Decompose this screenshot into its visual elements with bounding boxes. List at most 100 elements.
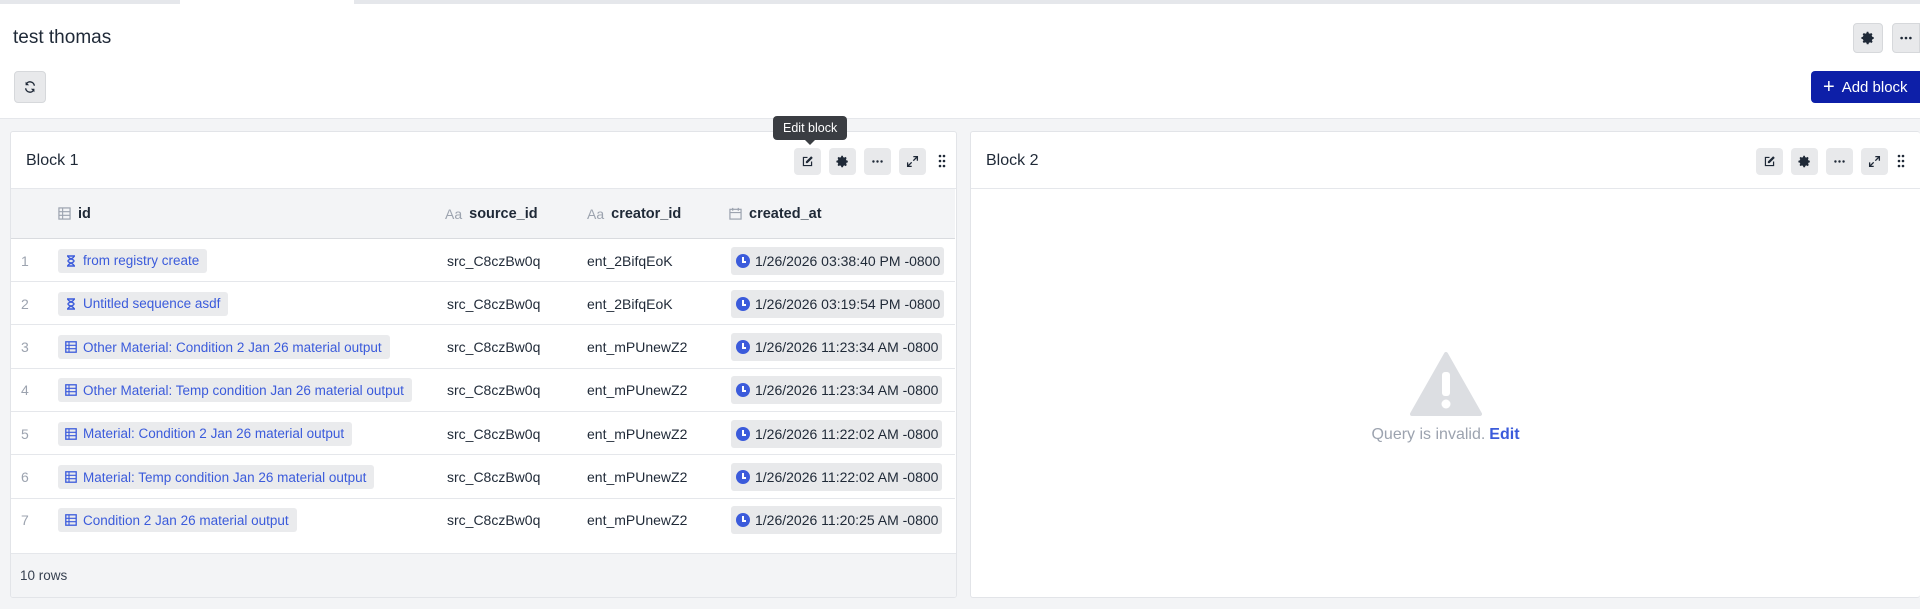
created-at-cell: 1/26/2026 11:23:34 AM -0800 — [731, 326, 943, 369]
column-label: source_id — [469, 205, 538, 222]
creator-id-cell: ent_mPUnewZ2 — [587, 469, 688, 485]
edit-icon — [1764, 156, 1775, 167]
column-header-creator-id[interactable]: Aa creator_id — [587, 189, 681, 238]
date-chip: 1/26/2026 11:23:34 AM -0800 — [731, 333, 943, 362]
record-link-chip[interactable]: Material: Temp condition Jan 26 material… — [58, 465, 375, 489]
table-icon — [65, 514, 83, 527]
plus-icon: + — [1823, 76, 1835, 98]
expand-icon — [1868, 155, 1881, 168]
block-1-edit-button[interactable] — [794, 148, 821, 175]
created-at-cell: 1/26/2026 11:23:34 AM -0800 — [731, 369, 943, 412]
block-1-drag-handle[interactable] — [937, 153, 947, 169]
table-row[interactable]: 7 Condition 2 Jan 26 material output src_C… — [11, 499, 955, 540]
block-2-more-button[interactable] — [1826, 148, 1853, 175]
page-settings-button[interactable] — [1853, 23, 1883, 53]
block-2-title: Block 2 — [986, 152, 1039, 169]
clock-icon — [736, 340, 750, 355]
clock-icon — [736, 513, 750, 528]
gear-icon — [1798, 155, 1810, 168]
id-cell: Condition 2 Jan 26 material output — [58, 499, 297, 540]
source-id-cell: src_C8czBw0q — [447, 382, 541, 399]
source-id-cell: src_C8czBw0q — [447, 512, 541, 529]
created-at-cell: 1/26/2026 03:19:54 PM -0800 — [731, 282, 945, 325]
table-row[interactable]: 6 Material: Temp condition Jan 26 materia… — [11, 456, 955, 499]
creator-id-cell: ent_2BifqEoK — [587, 295, 673, 312]
table-row[interactable]: 1 from registry create src_C8czBw0q ent_2Bi… — [11, 239, 955, 282]
block-2-edit-button[interactable] — [1756, 148, 1783, 175]
record-link-label: Untitled sequence asdf — [83, 296, 221, 312]
block-1-more-button[interactable] — [864, 148, 891, 175]
refresh-button[interactable] — [14, 71, 46, 103]
clock-icon — [736, 296, 750, 311]
edit-query-link[interactable]: Edit — [1489, 426, 1519, 443]
expand-icon — [906, 155, 919, 168]
date-chip: 1/26/2026 11:20:25 AM -0800 — [731, 506, 943, 535]
refresh-icon — [24, 81, 36, 93]
date-value: 1/26/2026 11:23:34 AM -0800 — [755, 339, 939, 356]
record-link-chip[interactable]: Condition 2 Jan 26 material output — [58, 508, 297, 533]
page-more-button[interactable] — [1892, 23, 1920, 53]
column-label: id — [78, 205, 91, 222]
date-chip: 1/26/2026 11:22:02 AM -0800 — [731, 419, 943, 448]
text-type-icon: Aa — [445, 205, 463, 222]
block-2-expand-button[interactable] — [1861, 148, 1888, 175]
row-number: 4 — [21, 382, 29, 399]
invalid-query-state: Query is invalid. Edit — [971, 352, 1920, 444]
add-block-button[interactable]: + Add block — [1811, 71, 1920, 103]
row-number: 3 — [21, 339, 29, 356]
date-value: 1/26/2026 03:19:54 PM -0800 — [755, 295, 941, 312]
table-row[interactable]: 5 Material: Condition 2 Jan 26 material o… — [11, 412, 955, 456]
block-1-expand-button[interactable] — [899, 148, 926, 175]
record-link-chip[interactable]: Material: Condition 2 Jan 26 material ou… — [58, 421, 353, 446]
table-row[interactable]: 4 Other Material: Temp condition Jan 26 m… — [11, 369, 955, 412]
record-link-chip[interactable]: Other Material: Temp condition Jan 26 ma… — [58, 378, 412, 403]
record-link-chip[interactable]: from registry create — [58, 248, 208, 273]
block-1-settings-button[interactable] — [829, 148, 856, 175]
block-2-settings-button[interactable] — [1791, 148, 1818, 175]
table-icon — [65, 384, 83, 397]
row-count: 10 rows — [20, 568, 68, 583]
table-icon — [65, 341, 83, 353]
clock-icon — [736, 253, 750, 268]
tab-active[interactable] — [180, 0, 354, 4]
table-row[interactable]: 2 Untitled sequence asdf src_C8czBw0q ent_2… — [11, 282, 955, 326]
column-label: creator_id — [611, 205, 682, 222]
column-header-created-at[interactable]: created_at — [729, 189, 822, 238]
date-value: 1/26/2026 11:22:02 AM -0800 — [755, 425, 939, 442]
record-link-label: Material: Condition 2 Jan 26 material ou… — [83, 426, 345, 442]
record-link-label: Other Material: Condition 2 Jan 26 mater… — [83, 339, 382, 355]
table-icon — [65, 427, 83, 440]
table-row[interactable]: 3 Other Material: Condition 2 Jan 26 mate… — [11, 326, 955, 369]
created-at-cell: 1/26/2026 11:22:02 AM -0800 — [731, 456, 943, 499]
column-label: created_at — [749, 205, 822, 222]
edit-icon — [802, 156, 813, 167]
date-chip: 1/26/2026 03:19:54 PM -0800 — [731, 289, 945, 318]
text-type-icon: Aa — [587, 205, 605, 222]
row-number: 7 — [21, 512, 29, 529]
created-at-cell: 1/26/2026 11:22:02 AM -0800 — [731, 412, 943, 455]
block-2-drag-handle[interactable] — [1896, 153, 1906, 169]
creator-id-cell: ent_2BifqEoK — [587, 252, 673, 269]
block-2-divider — [971, 188, 1920, 189]
clock-icon — [736, 470, 750, 484]
invalid-query-message: Query is invalid. Edit — [1371, 426, 1519, 444]
more-horizontal-icon — [1900, 36, 1912, 40]
date-value: 1/26/2026 03:38:40 PM -0800 — [755, 252, 941, 269]
record-link-chip[interactable]: Other Material: Condition 2 Jan 26 mater… — [58, 335, 390, 360]
column-header-source-id[interactable]: Aa source_id — [445, 189, 538, 238]
date-value: 1/26/2026 11:20:25 AM -0800 — [755, 512, 939, 529]
clock-icon — [736, 383, 750, 398]
created-at-cell: 1/26/2026 03:38:40 PM -0800 — [731, 239, 945, 282]
record-link-label: Other Material: Temp condition Jan 26 ma… — [83, 382, 404, 398]
date-chip: 1/26/2026 03:38:40 PM -0800 — [731, 246, 945, 275]
creator-id-cell: ent_mPUnewZ2 — [587, 425, 688, 442]
warning-icon — [1409, 352, 1482, 416]
drag-icon — [938, 154, 946, 168]
id-cell: Untitled sequence asdf — [58, 282, 229, 325]
creator-id-cell: ent_mPUnewZ2 — [587, 339, 688, 356]
record-link-chip[interactable]: Untitled sequence asdf — [58, 291, 229, 316]
column-header-id[interactable]: id — [58, 189, 91, 238]
table-icon — [58, 207, 71, 220]
source-id-cell: src_C8czBw0q — [447, 252, 541, 269]
id-cell: Other Material: Temp condition Jan 26 ma… — [58, 369, 412, 412]
